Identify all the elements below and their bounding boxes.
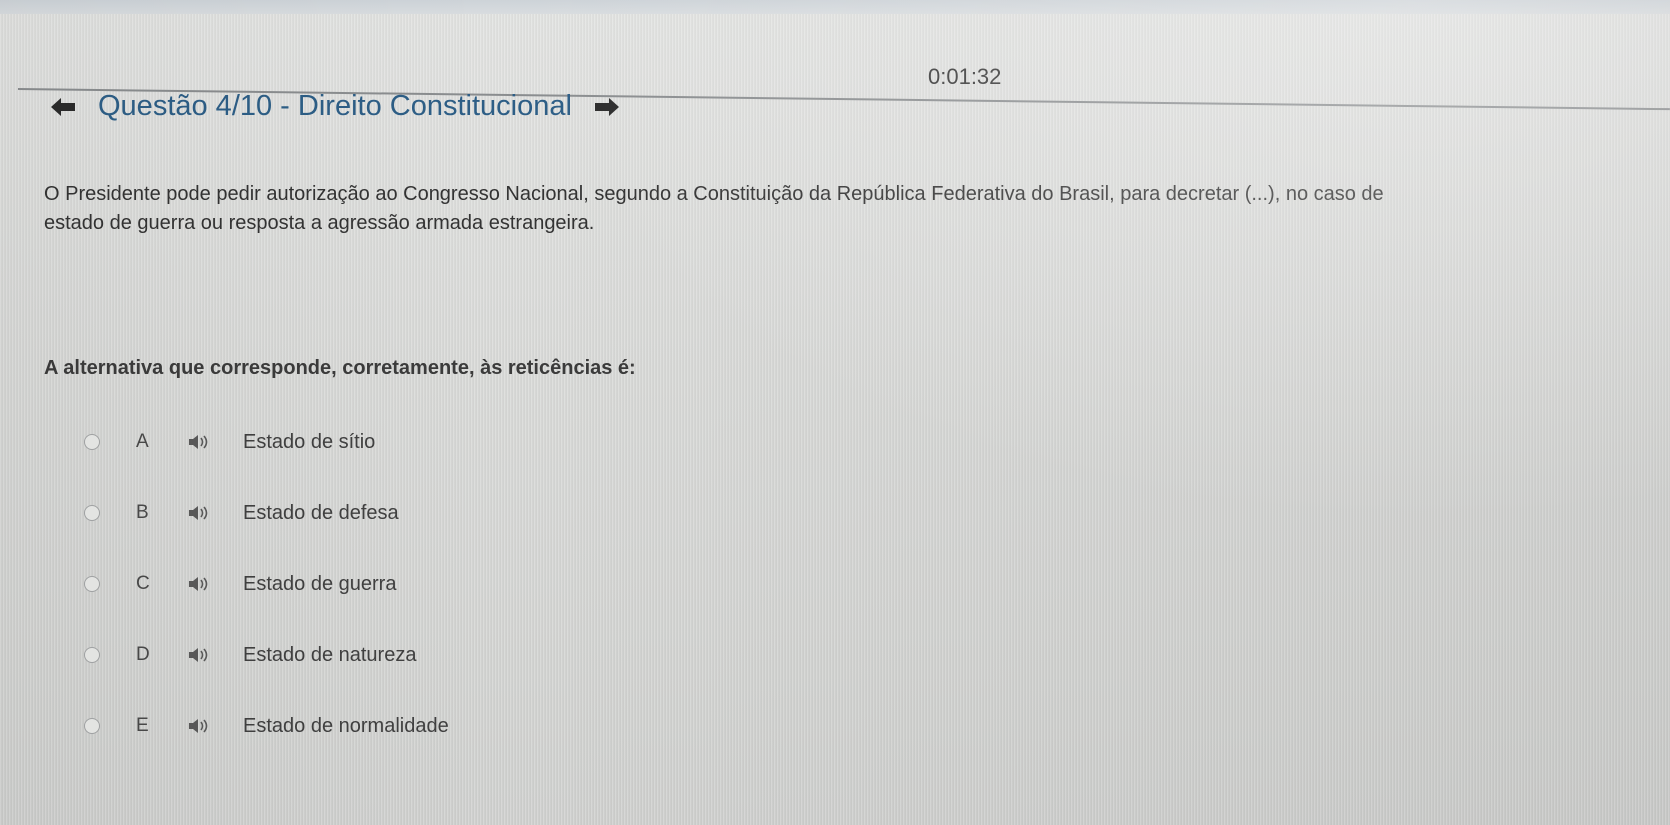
question-text-line-2: estado de guerra ou resposta a agressão … bbox=[44, 212, 595, 234]
screen-glare-overlay bbox=[0, 0, 1670, 825]
speaker-icon[interactable] bbox=[188, 647, 210, 663]
arrow-left-icon bbox=[51, 97, 75, 116]
speaker-icon[interactable] bbox=[188, 718, 210, 734]
option-e-letter: E bbox=[136, 715, 149, 736]
option-a-letter: A bbox=[136, 431, 149, 452]
speaker-icon[interactable] bbox=[188, 434, 210, 450]
question-title: Questão 4/10 - Direito Constitucional bbox=[98, 90, 572, 122]
option-b[interactable]: B Estado de defesa bbox=[84, 498, 399, 528]
top-strip bbox=[0, 0, 1670, 14]
option-c-text: Estado de guerra bbox=[243, 572, 397, 595]
question-header: Questão 4/10 - Direito Constitucional bbox=[48, 90, 622, 123]
option-d-letter: D bbox=[136, 644, 150, 665]
option-a[interactable]: A Estado de sítio bbox=[84, 427, 375, 457]
option-d-text: Estado de natureza bbox=[243, 643, 417, 666]
arrow-right-icon bbox=[594, 97, 619, 116]
option-a-radio[interactable] bbox=[84, 434, 100, 450]
option-e[interactable]: E Estado de normalidade bbox=[84, 711, 449, 741]
option-d-radio[interactable] bbox=[84, 647, 100, 663]
question-text-line-1: O Presidente pode pedir autorização ao C… bbox=[44, 183, 1384, 205]
option-d[interactable]: D Estado de natureza bbox=[84, 640, 416, 670]
option-c-radio[interactable] bbox=[84, 576, 100, 592]
option-b-radio[interactable] bbox=[84, 505, 100, 521]
previous-question-button[interactable] bbox=[48, 92, 78, 122]
answer-prompt: A alternativa que corresponde, corretame… bbox=[44, 357, 636, 379]
option-c[interactable]: C Estado de guerra bbox=[84, 569, 396, 599]
speaker-icon[interactable] bbox=[188, 505, 210, 521]
option-e-text: Estado de normalidade bbox=[243, 714, 449, 737]
option-b-text: Estado de defesa bbox=[243, 501, 399, 524]
speaker-icon[interactable] bbox=[188, 576, 210, 592]
option-e-radio[interactable] bbox=[84, 718, 100, 734]
next-question-button[interactable] bbox=[592, 92, 622, 122]
timer: 0:01:32 bbox=[928, 64, 1002, 89]
question-text: O Presidente pode pedir autorização ao C… bbox=[44, 180, 1664, 238]
option-a-text: Estado de sítio bbox=[243, 430, 376, 453]
option-c-letter: C bbox=[136, 573, 150, 594]
option-b-letter: B bbox=[136, 502, 149, 523]
